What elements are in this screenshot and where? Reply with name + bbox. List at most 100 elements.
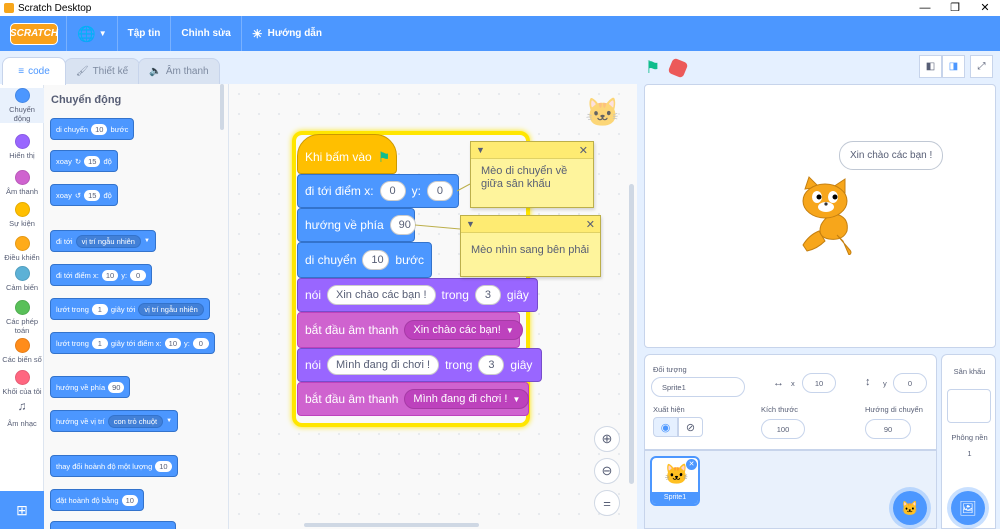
backdrop-thumbnail[interactable] [947, 389, 991, 423]
tab-sounds-label: Âm thanh [165, 66, 209, 77]
close-icon[interactable]: ✕ [586, 218, 595, 231]
comment-text[interactable]: Mèo di chuyển về giữa sân khấu [471, 159, 593, 197]
size-input[interactable]: 100 [761, 419, 805, 439]
add-extension-button[interactable]: ⊞ [0, 491, 44, 529]
x-label: x [791, 379, 795, 388]
category-9[interactable]: ♫ Âm nhạc [0, 399, 44, 428]
category-menu: Chuyển động Hiển thị Âm thanh Sự kiện Điều k… [0, 84, 44, 529]
palette-block-goto[interactable]: đi tới vị trí ngẫu nhiên ▼ [50, 230, 156, 252]
block-input[interactable]: 10 [164, 337, 181, 349]
palette-block-move[interactable]: di chuyển 10 bước [50, 118, 135, 140]
block-input[interactable]: 10 [101, 269, 119, 281]
language-menu[interactable]: 🌐 ▼ [66, 16, 117, 51]
block-input[interactable]: 1 [91, 337, 108, 349]
close-icon[interactable]: ✕ [579, 144, 588, 157]
category-8[interactable]: Khối của tôi [0, 370, 44, 396]
scratch-logo[interactable]: SCRATCH [10, 22, 58, 45]
block-text: di chuyển [56, 124, 89, 134]
palette-scrollbar[interactable] [220, 84, 224, 130]
stop-button[interactable] [667, 57, 689, 79]
close-icon[interactable]: ✕ [970, 0, 1000, 16]
palette-block-glide-xy[interactable]: lướt trong 1 giây tới điểm x: 10 y: 0 [50, 332, 215, 354]
sprite-thumbnail[interactable]: 🐱 ✕ Sprite1 [650, 456, 700, 506]
category-5[interactable]: Cảm biến [0, 266, 44, 292]
comment-note[interactable]: ▼ ✕ Mèo nhìn sang bên phải [460, 215, 601, 277]
sprite-list: 🐱 ✕ Sprite1 🐱 [644, 450, 937, 529]
workspace-vertical-scrollbar[interactable] [629, 184, 634, 484]
tutorial-menu[interactable]: ☀ Hướng dẫn [240, 16, 332, 51]
music-icon: ♫ [17, 399, 27, 413]
category-label: Cảm biến [5, 283, 39, 292]
category-label: Các phép toán [5, 317, 39, 335]
small-stage-button[interactable]: ◧ [919, 55, 942, 78]
block-dropdown[interactable]: vị trí ngẫu nhiên [75, 234, 141, 248]
category-2[interactable]: Âm thanh [0, 170, 44, 196]
palette-block-turn-right[interactable]: xoay ↻ 15 độ [50, 150, 118, 172]
show-label: Xuất hiện [653, 405, 685, 414]
stage-canvas[interactable]: Xin chào các bạn ! [644, 84, 996, 348]
category-label: Sự kiện [9, 219, 35, 228]
cat-sprite[interactable] [795, 175, 861, 255]
comment-text[interactable]: Mèo nhìn sang bên phải [461, 233, 600, 263]
category-4[interactable]: Điều khiển [0, 236, 44, 262]
block-dropdown[interactable]: vị trí ngẫu nhiên [138, 302, 204, 316]
y-position-input[interactable]: 0 [893, 373, 927, 393]
script-workspace[interactable]: 🐱 Khi bấm vào ⚑ đi tới điểm x: 0 y: 0 hướng … [229, 84, 637, 529]
category-6[interactable]: Các phép toán [0, 300, 44, 335]
zoom-in-button[interactable]: ⊕ [594, 426, 620, 452]
collapse-icon[interactable]: ▼ [476, 145, 485, 155]
edit-menu[interactable]: Chỉnh sửa [170, 16, 240, 51]
block-input[interactable]: 15 [84, 155, 101, 167]
x-position-input[interactable]: 10 [802, 373, 836, 393]
category-label: Âm nhạc [7, 419, 37, 428]
comment-note[interactable]: ▼ ✕ Mèo di chuyển về giữa sân khấu [470, 141, 594, 208]
delete-sprite-icon[interactable]: ✕ [686, 459, 697, 470]
choose-sprite-button[interactable]: 🐱 [893, 491, 927, 525]
block-input[interactable]: 10 [121, 494, 138, 506]
palette-block-partial[interactable] [50, 521, 176, 529]
palette-block-set-x[interactable]: đặt hoành độ bằng 10 [50, 489, 144, 511]
show-button[interactable]: ◉ [653, 417, 678, 437]
palette-block-goto-xy[interactable]: đi tới điểm x: 10 y: 0 [50, 264, 153, 286]
tab-code[interactable]: ≡ code [2, 57, 66, 85]
palette-block-point-towards[interactable]: hướng về vị trí con trỏ chuột ▼ [50, 410, 179, 432]
stage-selector[interactable]: Sân khấu Phông nền 1 🖼 [941, 354, 996, 529]
palette-block-turn-left[interactable]: xoay ↺ 15 độ [50, 184, 118, 206]
block-input[interactable]: 10 [91, 123, 108, 135]
block-text: y: [184, 338, 190, 348]
block-input[interactable]: 15 [84, 189, 101, 201]
hide-button[interactable]: ⊘ [678, 417, 703, 437]
zoom-reset-button[interactable]: = [594, 490, 620, 516]
file-menu[interactable]: Tập tin [116, 16, 171, 51]
category-label: Các biến số [2, 355, 42, 364]
collapse-icon[interactable]: ▼ [466, 219, 475, 229]
block-dropdown[interactable]: con trỏ chuột [107, 414, 164, 428]
category-7[interactable]: Các biến số [0, 338, 44, 364]
direction-label: Hướng di chuyển [865, 405, 923, 414]
block-input[interactable]: 0 [192, 337, 209, 349]
green-flag-button[interactable]: ⚑ [645, 59, 663, 77]
category-3[interactable]: Sự kiện [0, 202, 44, 228]
choose-backdrop-button[interactable]: 🖼 [951, 491, 985, 525]
block-input[interactable]: 0 [130, 269, 147, 281]
maximize-icon[interactable]: ❐ [940, 0, 970, 16]
tab-sounds[interactable]: 🔈 Âm thanh [138, 58, 220, 84]
zoom-out-button[interactable]: ⊖ [594, 458, 620, 484]
sprite-name-input[interactable]: Sprite1 [651, 377, 745, 397]
palette-block-point-direction[interactable]: hướng về phía 90 [50, 376, 131, 398]
direction-input[interactable]: 90 [865, 419, 911, 439]
fullscreen-button[interactable]: ⤢ [970, 55, 993, 78]
palette-block-glide[interactable]: lướt trong 1 giây tới vị trí ngẫu nhiên [50, 298, 210, 320]
block-text: lướt trong [56, 304, 89, 314]
block-input[interactable]: 90 [108, 381, 125, 393]
palette-block-change-x[interactable]: thay đổi hoành độ một lượng 10 [50, 455, 178, 477]
block-input[interactable]: 10 [155, 460, 172, 472]
chevron-down-icon: ▼ [166, 418, 173, 424]
category-1[interactable]: Hiển thị [0, 134, 44, 160]
block-input[interactable]: 1 [91, 303, 108, 315]
large-stage-button[interactable]: ◨ [942, 55, 965, 78]
workspace-horizontal-scrollbar[interactable] [304, 523, 479, 527]
tab-costumes[interactable]: 🖌 Thiết kế [64, 58, 140, 84]
minimize-icon[interactable]: — [910, 0, 940, 16]
category-0[interactable]: Chuyển động [0, 88, 44, 123]
